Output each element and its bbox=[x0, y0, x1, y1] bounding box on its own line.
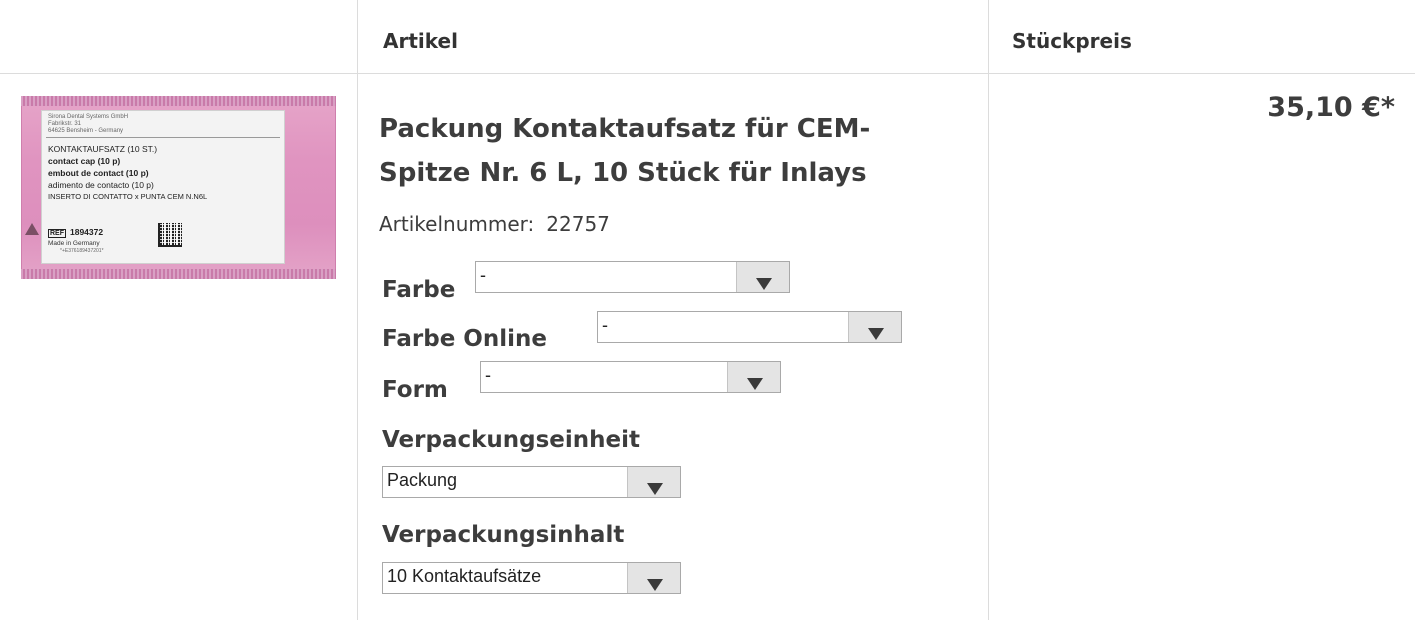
verpackungsinhalt-select-value: 10 Kontaktaufsätze bbox=[387, 566, 542, 586]
ref-number: 1894372 bbox=[70, 227, 104, 237]
farbe-online-select-value: - bbox=[602, 315, 608, 335]
label-divider bbox=[46, 137, 280, 138]
farbe-select-value: - bbox=[480, 265, 486, 285]
data-matrix-code bbox=[158, 223, 182, 247]
form-select-value: - bbox=[485, 365, 491, 385]
package-seal-bottom bbox=[21, 269, 336, 279]
unit-price: 35,10 €* bbox=[1267, 92, 1395, 123]
option-label-verpackungsinhalt: Verpackungsinhalt bbox=[382, 522, 625, 548]
farbe-online-select[interactable]: - bbox=[597, 311, 902, 343]
chevron-down-icon[interactable] bbox=[627, 467, 680, 497]
option-label-farbe: Farbe bbox=[382, 277, 456, 303]
package-seal-top bbox=[21, 96, 336, 106]
farbe-select[interactable]: - bbox=[475, 261, 790, 293]
label-line-1: KONTAKTAUFSATZ (10 ST.) bbox=[48, 144, 158, 154]
form-select[interactable]: - bbox=[480, 361, 781, 393]
label-line-2: contact cap (10 p) bbox=[48, 156, 121, 166]
option-label-farbe-online: Farbe Online bbox=[382, 326, 547, 352]
chevron-down-icon[interactable] bbox=[727, 362, 780, 392]
label-line-4: adimento de contacto (10 p) bbox=[48, 180, 154, 190]
verpackungseinheit-select-value: Packung bbox=[387, 470, 458, 490]
article-number: Artikelnummer: 22757 bbox=[379, 212, 610, 236]
product-image[interactable]: Sirona Dental Systems GmbH Fabrikstr. 31… bbox=[21, 96, 336, 279]
chevron-down-icon[interactable] bbox=[848, 312, 901, 342]
package-label: Sirona Dental Systems GmbH Fabrikstr. 31… bbox=[25, 110, 285, 264]
product-title: Packung Kontaktaufsatz für CEM-Spitze Nr… bbox=[379, 114, 871, 188]
label-barcode-text: *+E376189437201* bbox=[60, 248, 104, 254]
verpackungseinheit-select[interactable]: Packung bbox=[382, 466, 681, 498]
label-line-3: embout de contact (10 p) bbox=[48, 168, 149, 178]
column-header-article: Artikel bbox=[383, 29, 458, 53]
label-line-5: INSERTO DI CONTATTO x PUNTA CEM N.N6L bbox=[48, 192, 208, 201]
chevron-down-icon[interactable] bbox=[736, 262, 789, 292]
recycle-icon bbox=[25, 223, 39, 235]
article-number-label: Artikelnummer: bbox=[379, 212, 535, 236]
header-divider bbox=[0, 73, 1415, 74]
chevron-down-icon[interactable] bbox=[627, 563, 680, 593]
column-divider-right bbox=[988, 0, 989, 620]
ref-tag: REF bbox=[48, 229, 66, 238]
label-city: 64625 Bensheim - Germany bbox=[48, 128, 124, 134]
verpackungsinhalt-select[interactable]: 10 Kontaktaufsätze bbox=[382, 562, 681, 594]
label-street: Fabrikstr. 31 bbox=[48, 121, 82, 127]
article-number-value: 22757 bbox=[546, 212, 610, 236]
label-ref: REF 1894372 bbox=[48, 227, 103, 238]
option-label-form: Form bbox=[382, 377, 448, 403]
option-label-verpackungseinheit: Verpackungseinheit bbox=[382, 427, 641, 453]
label-made-in: Made in Germany bbox=[48, 240, 100, 247]
column-header-unit-price: Stückpreis bbox=[1012, 29, 1132, 53]
column-divider-left bbox=[357, 0, 358, 620]
label-company: Sirona Dental Systems GmbH bbox=[48, 114, 129, 120]
